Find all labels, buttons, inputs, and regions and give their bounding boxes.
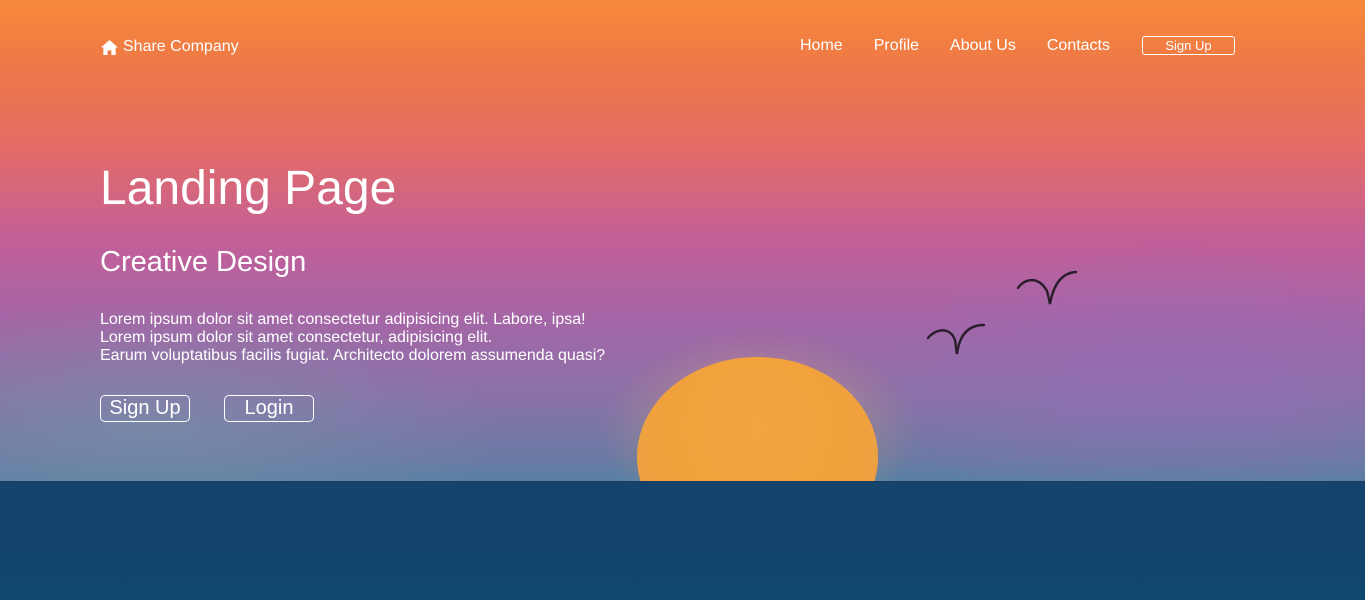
nav-link-about-us[interactable]: About Us (950, 37, 1016, 55)
sea (0, 481, 1365, 600)
nav-links: Home Profile About Us Contacts Sign Up (800, 36, 1235, 55)
hero-title: Landing Page (100, 162, 397, 215)
brand-name: Share Company (123, 38, 239, 55)
hero-description-line: Lorem ipsum dolor sit amet consectetur, … (100, 329, 493, 346)
hero-description-line: Earum voluptatibus facilis fugiat. Archi… (100, 347, 606, 364)
brand-logo[interactable]: Share Company (100, 38, 239, 56)
birds-illustration (926, 270, 1078, 355)
landing-page: Share Company Home Profile About Us Cont… (0, 0, 1365, 600)
hero-description: Lorem ipsum dolor sit amet consectetur a… (100, 311, 605, 365)
hero-subtitle: Creative Design (100, 246, 307, 278)
nav-link-profile[interactable]: Profile (874, 37, 919, 55)
login-button[interactable]: Login (224, 395, 314, 422)
nav-link-contacts[interactable]: Contacts (1047, 37, 1110, 55)
bird-left (926, 323, 986, 355)
nav-link-home[interactable]: Home (800, 37, 843, 55)
home-icon (101, 39, 118, 55)
nav-signup-button[interactable]: Sign Up (1142, 36, 1235, 55)
hero-description-line: Lorem ipsum dolor sit amet consectetur a… (100, 311, 586, 328)
signup-button[interactable]: Sign Up (100, 395, 190, 422)
hero-buttons: Sign Up Login (100, 395, 314, 422)
navbar: Share Company Home Profile About Us Cont… (100, 36, 1235, 62)
bird-right (1016, 270, 1078, 305)
